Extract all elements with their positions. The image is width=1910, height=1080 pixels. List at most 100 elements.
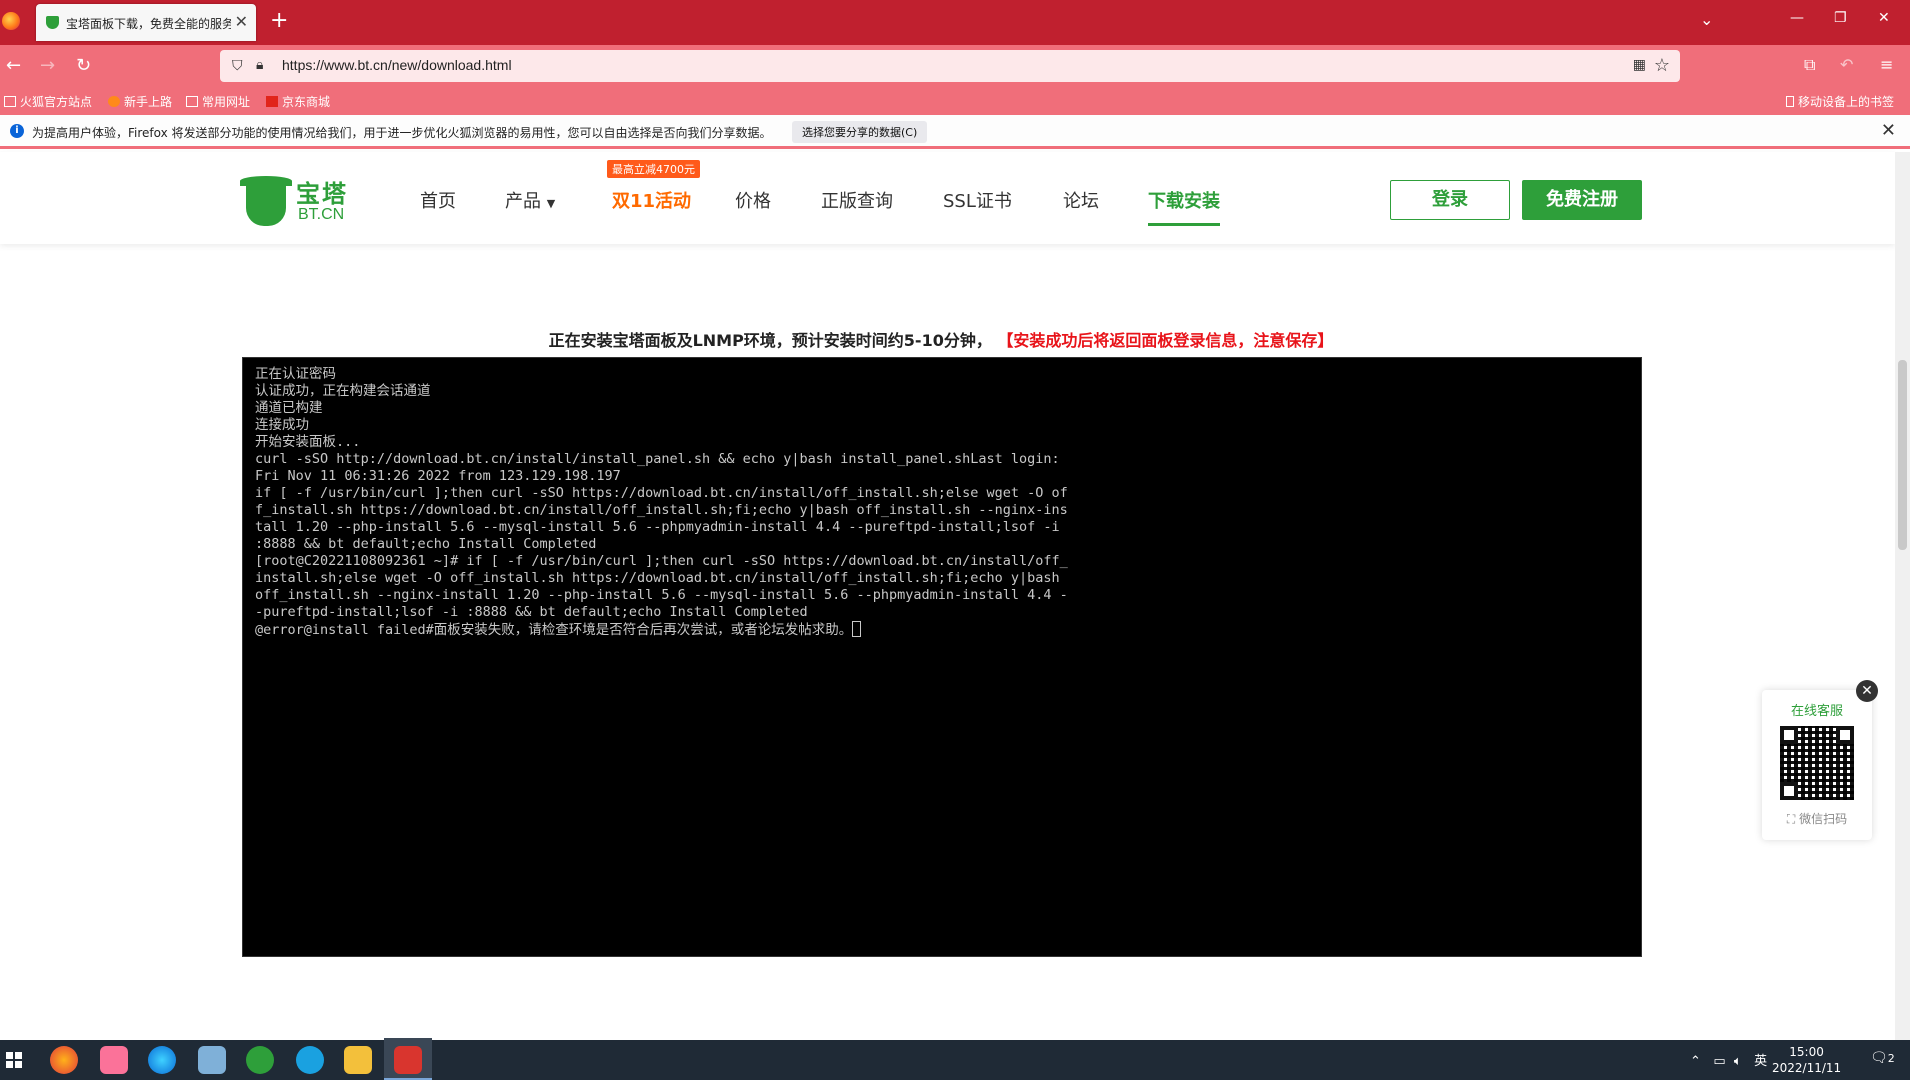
scrollbar-thumb[interactable] [1898,360,1907,550]
logo-text-en: BT.CN [298,206,345,223]
bookmark-common-sites[interactable]: 常用网址 [186,93,250,110]
close-window-icon[interactable]: ✕ [1878,10,1890,26]
network-icon[interactable]: ▭ [1713,1054,1725,1069]
terminal-line: curl -sSO http://download.bt.cn/install/… [255,451,1060,467]
bookmark-star-icon[interactable]: ☆ [1654,55,1670,76]
terminal-line: f_install.sh https://download.bt.cn/inst… [255,502,1068,518]
nav-license-check[interactable]: 正版查询 [821,187,893,213]
info-icon: i [10,124,24,138]
terminal-line: if [ -f /usr/bin/curl ];then curl -sSO h… [255,485,1068,501]
extensions-icon[interactable]: ⧉ [1804,55,1815,75]
install-status: 正在安装宝塔面板及LNMP环境，预计安装时间约5-10分钟， 【安装成功后将返回… [240,327,1642,351]
clock-date: 2022/11/11 [1772,1061,1842,1075]
back-icon[interactable]: ← [6,55,21,76]
tracking-shield-icon[interactable]: ⛉ [232,58,243,74]
terminal-line: @error@install failed#面板安装失败，请检查环境是否符合后再… [255,621,1631,639]
terminal-line: 开始安装面板... [255,434,361,450]
install-terminal[interactable]: 正在认证密码 认证成功，正在构建会话通道 通道已构建 连接成功 开始安装面板... cur… [242,357,1642,957]
address-bar[interactable]: ⛉ 🔒︎ https://www.bt.cn/new/download.html… [220,50,1680,82]
firefox-taskbar-icon[interactable] [50,1046,78,1074]
logo-text-cn: 宝塔 [296,180,348,208]
terminal-line: [root@C20221108092361 ~]# if [ -f /usr/b… [255,553,1068,569]
login-button[interactable]: 登录 [1390,180,1510,220]
firefox-icon [108,96,120,107]
restore-icon[interactable]: ❐ [1834,10,1847,26]
telemetry-notification-bar: i 为提高用户体验，Firefox 将发送部分功能的使用情况给我们，用于进一步优… [0,115,1910,149]
scan-icon: ⛶ [1786,812,1796,826]
bt-taskbar-icon[interactable] [246,1046,274,1074]
browser-taskbar-icon[interactable] [296,1046,324,1074]
logo-shield-icon [246,182,286,226]
qr-corner-icon [1780,782,1798,800]
browser-tab[interactable]: 宝塔面板下载，免费全能的服务 ✕ [36,4,256,41]
wechat-scan-label: ⛶ 微信扫码 [1786,812,1848,826]
nav-download[interactable]: 下载安装 [1148,187,1220,226]
nav-products[interactable]: 产品 ▼ [505,187,555,213]
bookmark-getting-started[interactable]: 新手上路 [108,93,172,110]
windows-start-icon[interactable] [6,1052,22,1068]
terminal-line: off_install.sh --nginx-install 1.20 --ph… [255,587,1068,603]
clock-time: 15:00 [1789,1045,1824,1059]
reload-icon[interactable]: ↻ [76,55,91,76]
qr-corner-icon [1836,726,1854,744]
close-widget-icon[interactable]: ✕ [1856,680,1878,702]
install-status-text: 正在安装宝塔面板及LNMP环境，预计安装时间约5-10分钟， [548,331,992,350]
notification-message: 为提高用户体验，Firefox 将发送部分功能的使用情况给我们，用于进一步优化火… [32,126,772,140]
file-explorer-taskbar-icon[interactable] [344,1046,372,1074]
notepad-taskbar-icon[interactable] [198,1046,226,1074]
close-tab-icon[interactable]: ✕ [235,12,248,31]
show-hidden-icons-icon[interactable]: ⌃ [1690,1054,1701,1069]
nav-pricing[interactable]: 价格 [735,187,771,213]
customer-service-widget: 在线客服 ⛶ 微信扫码 [1762,690,1872,840]
customer-service-title: 在线客服 [1790,704,1843,719]
ime-indicator[interactable]: 英 [1754,1054,1767,1069]
bt-logo[interactable]: 宝塔 BT.CN [240,172,360,232]
new-tab-icon[interactable]: + [270,8,288,33]
nav-double11[interactable]: 双11活动 [612,187,691,213]
folder-icon [186,96,198,107]
remote-tool-taskbar-icon[interactable] [394,1046,422,1074]
terminal-line: install.sh;else wget -O off_install.sh h… [255,570,1060,586]
forward-icon[interactable]: → [40,55,55,76]
bilibili-taskbar-icon[interactable] [100,1046,128,1074]
bookmark-firefox-official[interactable]: 火狐官方站点 [4,93,92,110]
tab-title: 宝塔面板下载，免费全能的服务 [66,17,231,31]
volume-icon[interactable]: 🔈︎ [1734,1054,1742,1069]
close-notification-icon[interactable]: ✕ [1881,120,1896,141]
bookmark-mobile[interactable]: 移动设备上的书签 [1786,93,1894,110]
nav-ssl[interactable]: SSL证书 [943,187,1012,213]
clock[interactable]: 15:00 2022/11/11 [1772,1044,1841,1076]
bt-favicon-icon [46,16,59,29]
windows-taskbar [0,1040,1910,1080]
nav-home[interactable]: 首页 [420,187,456,213]
terminal-output: 正在认证密码 认证成功，正在构建会话通道 通道已构建 连接成功 开始安装面板... cur… [255,366,1631,639]
minimize-icon[interactable]: — [1790,10,1804,26]
caret-down-icon: ▼ [546,197,556,210]
url-text[interactable]: https://www.bt.cn/new/download.html [282,57,512,73]
jd-icon [266,96,278,107]
qr-corner-icon [1780,726,1798,744]
register-button[interactable]: 免费注册 [1522,180,1642,220]
terminal-line: 连接成功 [255,417,309,433]
firefox-icon[interactable] [2,12,20,30]
notification-count: 2 [1887,1052,1895,1065]
bookmark-jd[interactable]: 京东商城 [266,93,330,110]
tab-list-chevron-icon[interactable]: ⌄ [1700,10,1713,29]
terminal-line: 通道已构建 [255,400,323,416]
action-center-icon[interactable]: 🗨︎2 [1870,1050,1895,1066]
terminal-line: Fri Nov 11 06:31:26 2022 from 123.129.19… [255,468,621,484]
menu-icon[interactable]: ≡ [1880,55,1893,74]
edge-taskbar-icon[interactable] [148,1046,176,1074]
terminal-line: 正在认证密码 [255,366,336,382]
bookmarks-bar: 火狐官方站点 新手上路 常用网址 京东商城 移动设备上的书签 [0,89,1910,115]
lock-icon[interactable]: 🔒︎ [256,57,263,73]
choose-data-button[interactable]: 选择您要分享的数据(C) [792,121,928,143]
system-tray[interactable]: ⌃ ▭ 🔈︎ 英 [1690,1050,1767,1069]
terminal-line: 认证成功，正在构建会话通道 [255,383,431,399]
nav-forum[interactable]: 论坛 [1063,187,1099,213]
qr-code-icon[interactable]: ▦ [1633,57,1646,73]
mobile-icon [1786,96,1794,107]
undo-icon[interactable]: ↶ [1840,55,1853,74]
install-warning: 【安装成功后将返回面板登录信息，注意保存】 [997,331,1334,350]
page-scrollbar[interactable] [1895,152,1910,1040]
